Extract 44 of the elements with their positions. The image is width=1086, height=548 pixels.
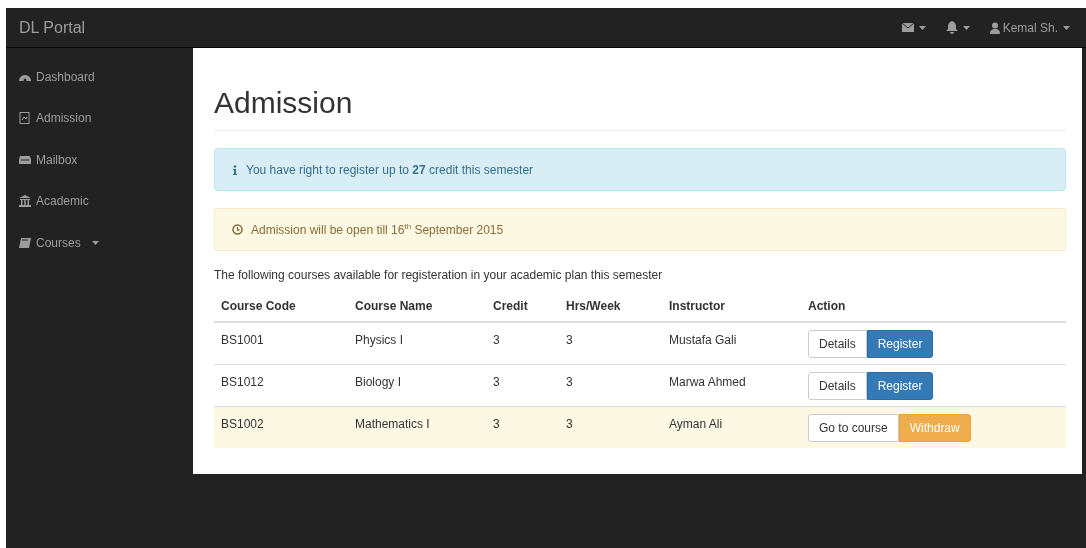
clock-icon — [232, 224, 243, 235]
secondary-button[interactable]: Go to course — [808, 413, 899, 442]
envelope-icon — [901, 22, 914, 33]
column-header: Hrs/Week — [559, 291, 662, 322]
intro-text: The following courses available for registeration in your academic plan this semester — [214, 268, 664, 282]
caret-icon — [962, 25, 970, 30]
table-cell: 3 — [559, 406, 662, 448]
table-cell: Physics I — [348, 322, 486, 364]
brand-title[interactable]: DL Portal — [6, 18, 86, 37]
alert-text: Admission will be open till 16$^{th}$ September 2015 — [251, 222, 504, 237]
secondary-button[interactable]: Details — [808, 371, 867, 400]
user-icon — [989, 21, 1000, 34]
sidebar-item[interactable]: Academic — [6, 180, 193, 222]
page-title: Admission — [214, 86, 354, 120]
table-cell: 3 — [486, 322, 559, 364]
sidebar-item[interactable]: Courses — [6, 222, 193, 264]
bell-icon — [945, 21, 958, 34]
column-header: Course Code — [214, 291, 348, 322]
bank-icon — [19, 195, 31, 208]
sidebar-item[interactable]: Dashboard — [6, 56, 193, 98]
table-cell: 3 — [486, 406, 559, 448]
action-button[interactable]: Register — [866, 330, 934, 358]
column-header: Action — [801, 291, 1066, 322]
table-cell: Ayman Ali — [662, 406, 801, 448]
sidebar-item[interactable]: Admission — [6, 97, 193, 139]
caret-icon — [1063, 25, 1070, 30]
action-button[interactable]: Register — [866, 371, 934, 400]
secondary-button[interactable]: Details — [808, 330, 867, 358]
document-icon — [19, 112, 31, 125]
table-cell: BS1002 — [214, 406, 348, 448]
column-header: Credit — [486, 291, 559, 322]
table-cell: BS1001 — [214, 322, 348, 364]
alert-text: You have right to register up to 27 credit this semester — [246, 162, 534, 177]
table-cell: Mustafa Gali — [662, 322, 801, 364]
info-icon — [232, 164, 238, 175]
book-icon — [19, 236, 31, 249]
caret-icon — [918, 25, 926, 30]
inbox-icon — [19, 153, 31, 166]
column-header: Instructor — [662, 291, 801, 322]
user-menu[interactable]: Kemal Sh. — [979, 16, 1080, 39]
table-cell: Mathematics I — [348, 406, 486, 448]
sidebar-item[interactable]: Mailbox — [6, 139, 193, 181]
column-header: Course Name — [348, 291, 486, 322]
table-cell: 3 — [559, 322, 662, 364]
